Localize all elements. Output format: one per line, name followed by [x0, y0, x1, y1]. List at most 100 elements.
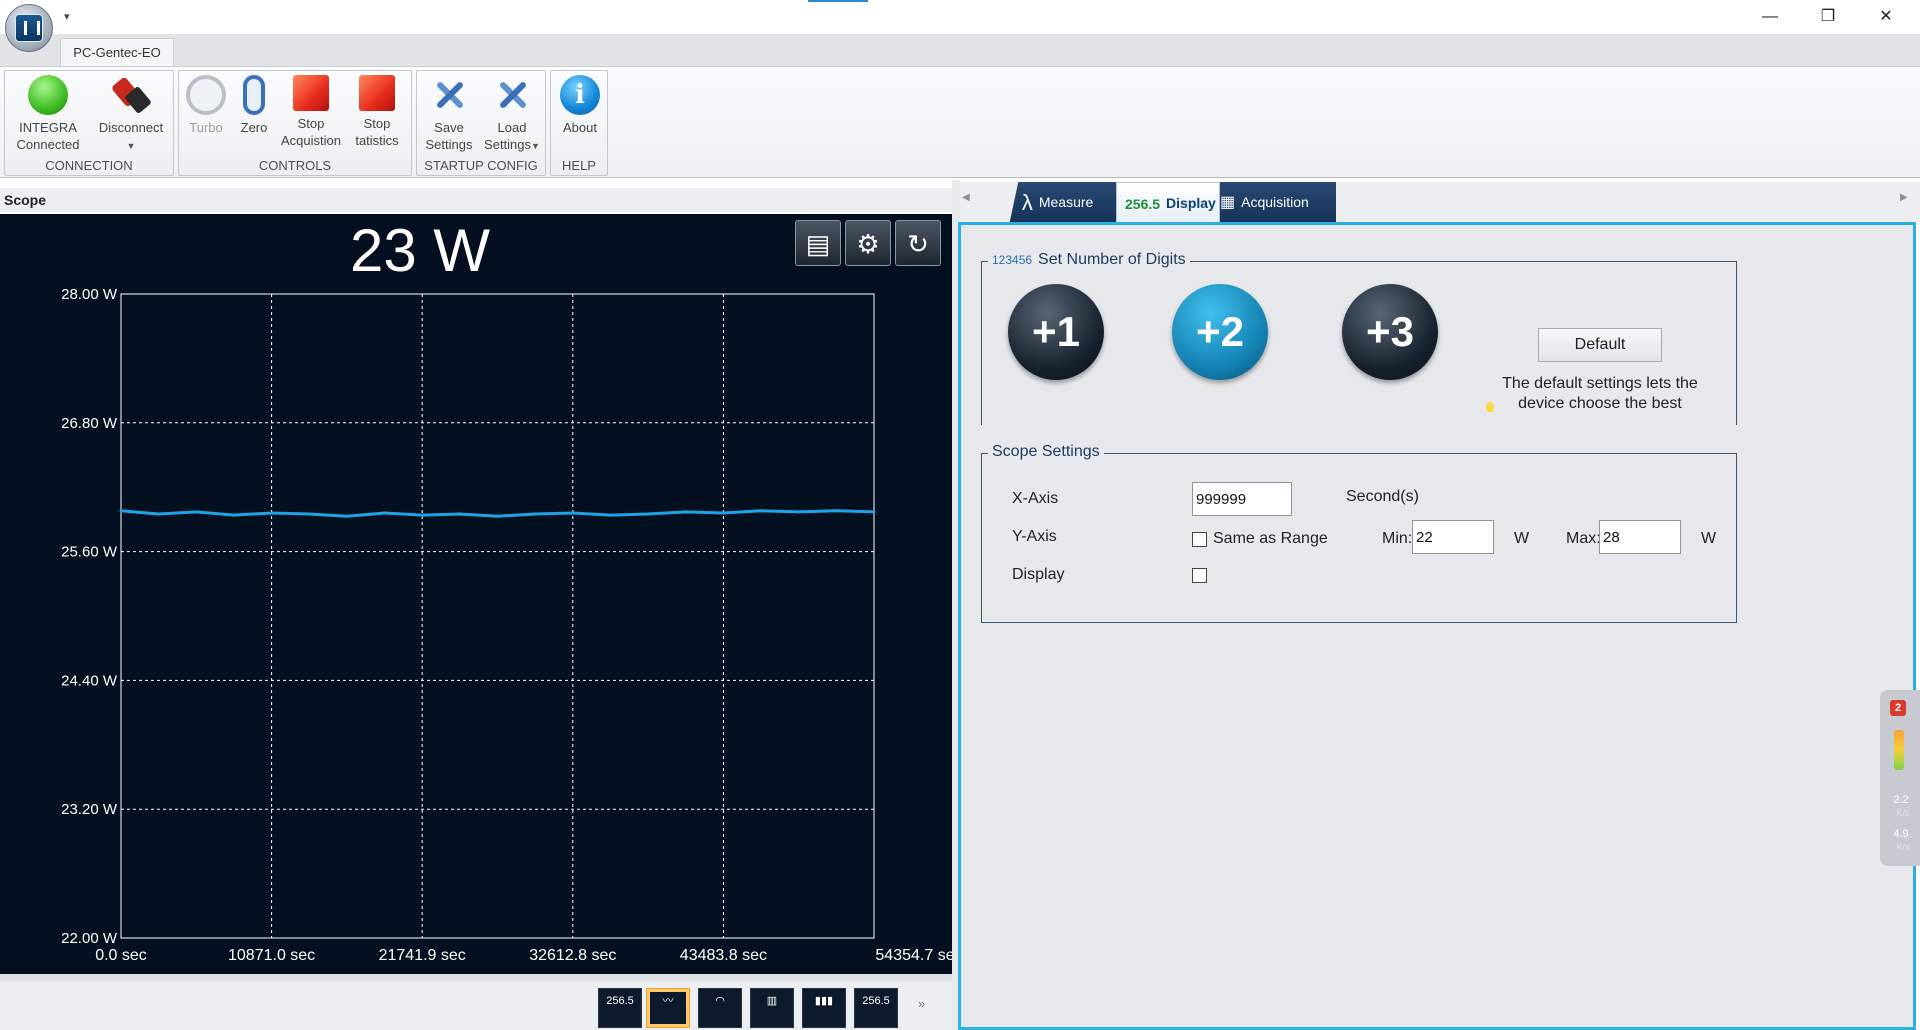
y-max-input[interactable] — [1599, 520, 1681, 554]
tab-measure[interactable]: λ Measure — [1009, 182, 1129, 222]
integra-connected-button[interactable]: INTEGRA Connected — [9, 73, 87, 157]
tab-acquisition[interactable]: ▦ Acquisition — [1212, 182, 1336, 222]
button-line1: Stop — [363, 116, 391, 131]
button-line1: Stop — [297, 116, 325, 131]
x-axis-label: X-Axis — [1012, 490, 1059, 507]
button-line1: Load — [497, 120, 527, 135]
y-max-label: Max: — [1566, 530, 1601, 547]
notification-badge: 2 — [1890, 700, 1906, 716]
load-settings-button[interactable]: Load Settings▼ — [479, 73, 545, 157]
same-as-range-checkbox[interactable] — [1192, 532, 1207, 547]
scope-settings-title: Scope Settings — [988, 443, 1104, 461]
tab-badge: 256.5 — [1125, 196, 1161, 213]
scope-panel-header: Scope — [0, 188, 952, 212]
view-gauge-button[interactable]: ◠ — [698, 988, 742, 1028]
tab-display[interactable]: 256.5 Display — [1116, 182, 1220, 222]
data-point — [496, 514, 500, 518]
view-histogram-button[interactable]: ▮▮▮ — [802, 988, 846, 1028]
data-point — [345, 514, 349, 518]
ribbon-group-controls: Turbo Zero Stop Acquistion Stop tatistic… — [178, 70, 412, 176]
y-min-label: Min: — [1382, 530, 1413, 547]
digits-group-title: 123456 Set Number of Digits — [988, 251, 1190, 269]
data-point — [119, 509, 123, 513]
zero-icon — [243, 75, 265, 115]
button-line2: tatistics — [355, 133, 399, 148]
button-line2: Connected — [16, 137, 80, 152]
digits-icon: 123456 — [992, 253, 1033, 267]
display-checkbox[interactable] — [1192, 568, 1207, 583]
digits-plus-3-button[interactable]: +3 — [1342, 284, 1438, 380]
lambda-icon: λ — [1021, 190, 1033, 216]
view-selector-bar: 256.5 〰 ◠ ▥ ▮▮▮ 256.5 » — [0, 982, 952, 1030]
data-point — [721, 511, 725, 515]
group-label: STARTUP CONFIG — [424, 158, 538, 173]
ribbon-group-startup-config: Save Settings Load Settings▼ STARTUP CON… — [416, 70, 546, 176]
ribbon-tab-pc-gentec-eo[interactable]: PC-Gentec-EO — [60, 38, 174, 66]
same-as-range-label: Same as Range — [1213, 530, 1328, 547]
view-statistics-button[interactable]: 256.5 — [854, 988, 898, 1028]
button-line1: About — [563, 120, 597, 135]
disconnect-button[interactable]: Disconnect ▼ — [91, 73, 171, 157]
button-line2: Settings — [484, 137, 532, 152]
digits-title-text: Set Number of Digits — [1038, 251, 1186, 268]
histogram-view-icon: ▮▮▮ — [806, 992, 842, 1024]
tab-scroll-right-icon[interactable]: ▶ — [1900, 192, 1908, 203]
app-window: — ❐ ✕ ▾ PC-Gentec-EO INTEGRA Connected D… — [0, 0, 1920, 1030]
scope-splitter[interactable] — [0, 974, 952, 982]
scope-panel: 28.00 W 26.80 W 25.60 W 24.40 W 23.20 W 22.00… — [0, 214, 952, 974]
scope-settings-button[interactable]: ⚙ — [845, 220, 891, 266]
x-tick-label: 43483.8 sec — [680, 947, 767, 964]
gear-icon: ⚙ — [856, 229, 880, 259]
tab-scroll-left-icon[interactable]: ◀ — [962, 192, 970, 203]
quick-access-dropdown-icon[interactable]: ▾ — [64, 10, 70, 23]
x-tick-label: 21741.9 sec — [379, 947, 466, 964]
tab-label: Acquisition — [1241, 194, 1309, 210]
statistics-view-icon: 256.5 — [858, 992, 894, 1024]
refresh-icon: ↻ — [907, 229, 929, 259]
more-views-icon[interactable]: » — [918, 996, 925, 1011]
ribbon-group-help: i About HELP — [550, 70, 608, 176]
usage-bar-icon — [1894, 730, 1904, 770]
tools-icon — [492, 75, 532, 115]
view-numeric-button[interactable]: 256.5 — [598, 988, 642, 1028]
zero-button[interactable]: Zero — [231, 73, 277, 157]
acquisition-icon: ▦ — [1220, 194, 1236, 212]
data-point — [383, 511, 387, 515]
data-point — [458, 512, 462, 516]
restore-button[interactable]: ❐ — [1808, 4, 1848, 30]
turbo-button[interactable]: Turbo — [181, 73, 231, 157]
x-tick-label: 32612.8 sec — [529, 947, 616, 964]
button-line1: Disconnect — [98, 120, 164, 135]
info-icon: i — [560, 75, 600, 115]
print-button[interactable]: ▤ — [795, 220, 841, 266]
data-point — [571, 511, 575, 515]
minimize-button[interactable]: — — [1750, 4, 1790, 30]
digits-plus-1-button[interactable]: +1 — [1008, 284, 1104, 380]
view-scope-button[interactable]: 〰 — [646, 988, 690, 1028]
connected-status-icon — [28, 75, 68, 115]
title-accent — [808, 0, 868, 2]
chevron-down-icon: ▼ — [531, 141, 540, 151]
save-settings-button[interactable]: Save Settings — [419, 73, 479, 157]
data-point — [270, 511, 274, 515]
download-rate: 4.9 — [1893, 828, 1909, 840]
stop-acquisition-button[interactable]: Stop Acquistion — [279, 73, 343, 157]
y-min-input[interactable] — [1412, 520, 1494, 554]
x-axis-input[interactable] — [1192, 482, 1292, 516]
digits-plus-2-button[interactable]: +2 — [1172, 284, 1268, 380]
upload-rate-unit: K/s — [1896, 808, 1910, 818]
y-axis-label: Y-Axis — [1012, 528, 1057, 545]
x-tick-label: 0.0 sec — [95, 947, 147, 964]
stop-statistics-button[interactable]: Stop tatistics — [345, 73, 409, 157]
close-button[interactable]: ✕ — [1866, 4, 1906, 30]
reset-scope-button[interactable]: ↻ — [895, 220, 941, 266]
default-digits-button[interactable]: Default — [1538, 328, 1662, 362]
button-line2: Settings — [425, 137, 473, 152]
default-hint-text: The default settings lets the device cho… — [1502, 375, 1698, 412]
right-tab-strip: ◀ λ Measure 256.5 Display ▦ Acquisition ▶ — [960, 182, 1920, 222]
data-point — [194, 510, 198, 514]
app-menu-button[interactable] — [5, 4, 53, 52]
button-line1: Zero — [240, 120, 268, 135]
about-button[interactable]: i About — [553, 73, 607, 157]
view-graph-button[interactable]: ▥ — [750, 988, 794, 1028]
